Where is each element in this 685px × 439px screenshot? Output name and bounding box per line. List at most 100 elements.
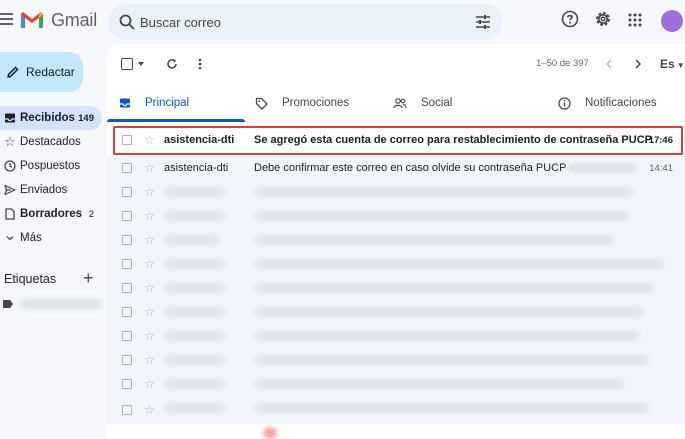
row-checkbox[interactable] [122,163,132,173]
tab-notificaciones[interactable]: Notificaciones [558,84,657,122]
star-icon: ☆ [4,134,16,149]
toolbar: 1–50 de 397 Es ▼ [107,44,685,84]
sidebar-item-label: Enviados [20,184,68,196]
sidebar-item-drafts[interactable]: Borradores 2 [0,202,102,226]
compose-label: Redactar [26,65,75,79]
star-icon[interactable]: ☆ [144,404,155,416]
label-icon [3,300,13,308]
select-all-checkbox[interactable] [121,58,133,70]
send-icon [3,184,17,196]
email-row[interactable]: ☆ asistencia-dti Se agregó esta cuenta d… [107,126,685,154]
star-icon[interactable]: ☆ [144,354,155,366]
sidebar-label-item[interactable] [3,298,101,310]
email-row[interactable]: ☆ [107,396,685,424]
sidebar-item-label: Borradores [20,208,82,220]
star-icon[interactable]: ☆ [144,306,155,318]
star-icon[interactable]: ☆ [144,258,155,270]
email-row[interactable]: ☆ [107,276,685,300]
redacted-text [164,187,226,197]
email-row[interactable]: ☆ [107,180,685,204]
row-checkbox[interactable] [122,259,132,269]
star-icon[interactable]: ☆ [144,282,155,294]
row-checkbox[interactable] [122,331,132,341]
sidebar-item-snoozed[interactable]: Pospuestos [0,154,102,178]
star-icon[interactable]: ☆ [144,234,155,246]
tune-icon[interactable] [475,14,491,30]
star-icon[interactable]: ☆ [144,210,155,222]
email-row[interactable]: ☆ [107,372,685,396]
email-row[interactable]: ☆ [107,204,685,228]
search-icon[interactable] [118,13,136,31]
email-subject: Debe confirmar este correo en caso olvid… [254,162,573,174]
row-checkbox[interactable] [122,405,132,415]
redacted-text [164,283,226,293]
sidebar-item-more[interactable]: Más [0,226,102,250]
email-time: 17:46 [648,134,673,146]
menu-icon[interactable] [0,13,14,27]
row-checkbox[interactable] [122,355,132,365]
tab-label: Principal [145,97,190,109]
sidebar-item-label: Pospuestos [20,160,81,172]
chevron-left-icon[interactable] [605,59,613,69]
redacted-text [164,379,226,389]
email-row[interactable]: ☆ [107,252,685,276]
chevron-right-icon[interactable] [634,59,642,69]
redacted-text [254,187,634,197]
draft-count: 2 [88,208,94,220]
sidebar-item-label: Destacados [20,136,81,148]
redacted-text [164,331,226,341]
row-checkbox[interactable] [122,379,132,389]
redacted-text [254,235,614,245]
select-caret-icon[interactable] [138,62,144,66]
settings-icon[interactable] [594,10,612,28]
email-row[interactable]: ☆ [107,228,685,252]
star-icon[interactable]: ☆ [144,378,155,390]
star-icon[interactable]: ☆ [144,134,155,146]
email-row[interactable]: ☆ asistencia-dti Debe confirmar este cor… [107,156,685,180]
row-checkbox[interactable] [122,135,132,145]
star-icon[interactable]: ☆ [144,162,155,174]
row-checkbox[interactable] [122,235,132,245]
chevron-down-icon [3,233,17,243]
star-icon[interactable]: ☆ [144,186,155,198]
row-checkbox[interactable] [122,211,132,221]
row-checkbox[interactable] [122,187,132,197]
app-name[interactable]: Gmail [51,10,97,31]
email-sender: asistencia-dti [164,134,235,146]
tab-principal[interactable]: Principal [119,84,189,122]
gmail-logo-icon[interactable] [20,10,44,30]
email-row[interactable]: ☆ [107,348,685,372]
labels-title: Etiquetas [4,272,57,286]
redacted-text [164,307,226,317]
tab-promociones[interactable]: Promociones [255,84,349,122]
language-selector[interactable]: Es ▼ [660,57,685,71]
sidebar-item-sent[interactable]: Enviados [0,178,102,202]
sidebar-item-label: Recibidos [20,112,75,124]
email-time: 14:41 [649,162,673,174]
redacted-text [254,403,649,413]
apps-icon[interactable] [628,13,642,27]
search-bar[interactable] [108,4,503,40]
row-checkbox[interactable] [122,307,132,317]
redacted-text [164,211,226,221]
email-row[interactable]: ☆ [107,300,685,324]
main-panel: 1–50 de 397 Es ▼ Principal Promociones So… [107,44,685,439]
compose-button[interactable]: Redactar [0,52,83,92]
tab-social[interactable]: Social [393,84,452,122]
active-tab-indicator [107,119,245,122]
draft-icon [3,208,17,220]
fab-hint [263,427,277,439]
unread-count: 149 [78,112,94,124]
sidebar-item-starred[interactable]: ☆ Destacados [0,130,102,154]
row-checkbox[interactable] [122,283,132,293]
add-label-button[interactable]: + [83,268,94,289]
refresh-icon[interactable] [166,58,178,70]
more-vert-icon[interactable] [198,58,202,70]
redacted-text [254,283,654,293]
help-icon[interactable] [561,10,579,28]
star-icon[interactable]: ☆ [144,330,155,342]
sidebar-item-inbox[interactable]: Recibidos 149 [0,106,102,130]
email-row[interactable]: ☆ [107,324,685,348]
search-input[interactable] [140,13,460,31]
avatar[interactable] [661,10,683,32]
